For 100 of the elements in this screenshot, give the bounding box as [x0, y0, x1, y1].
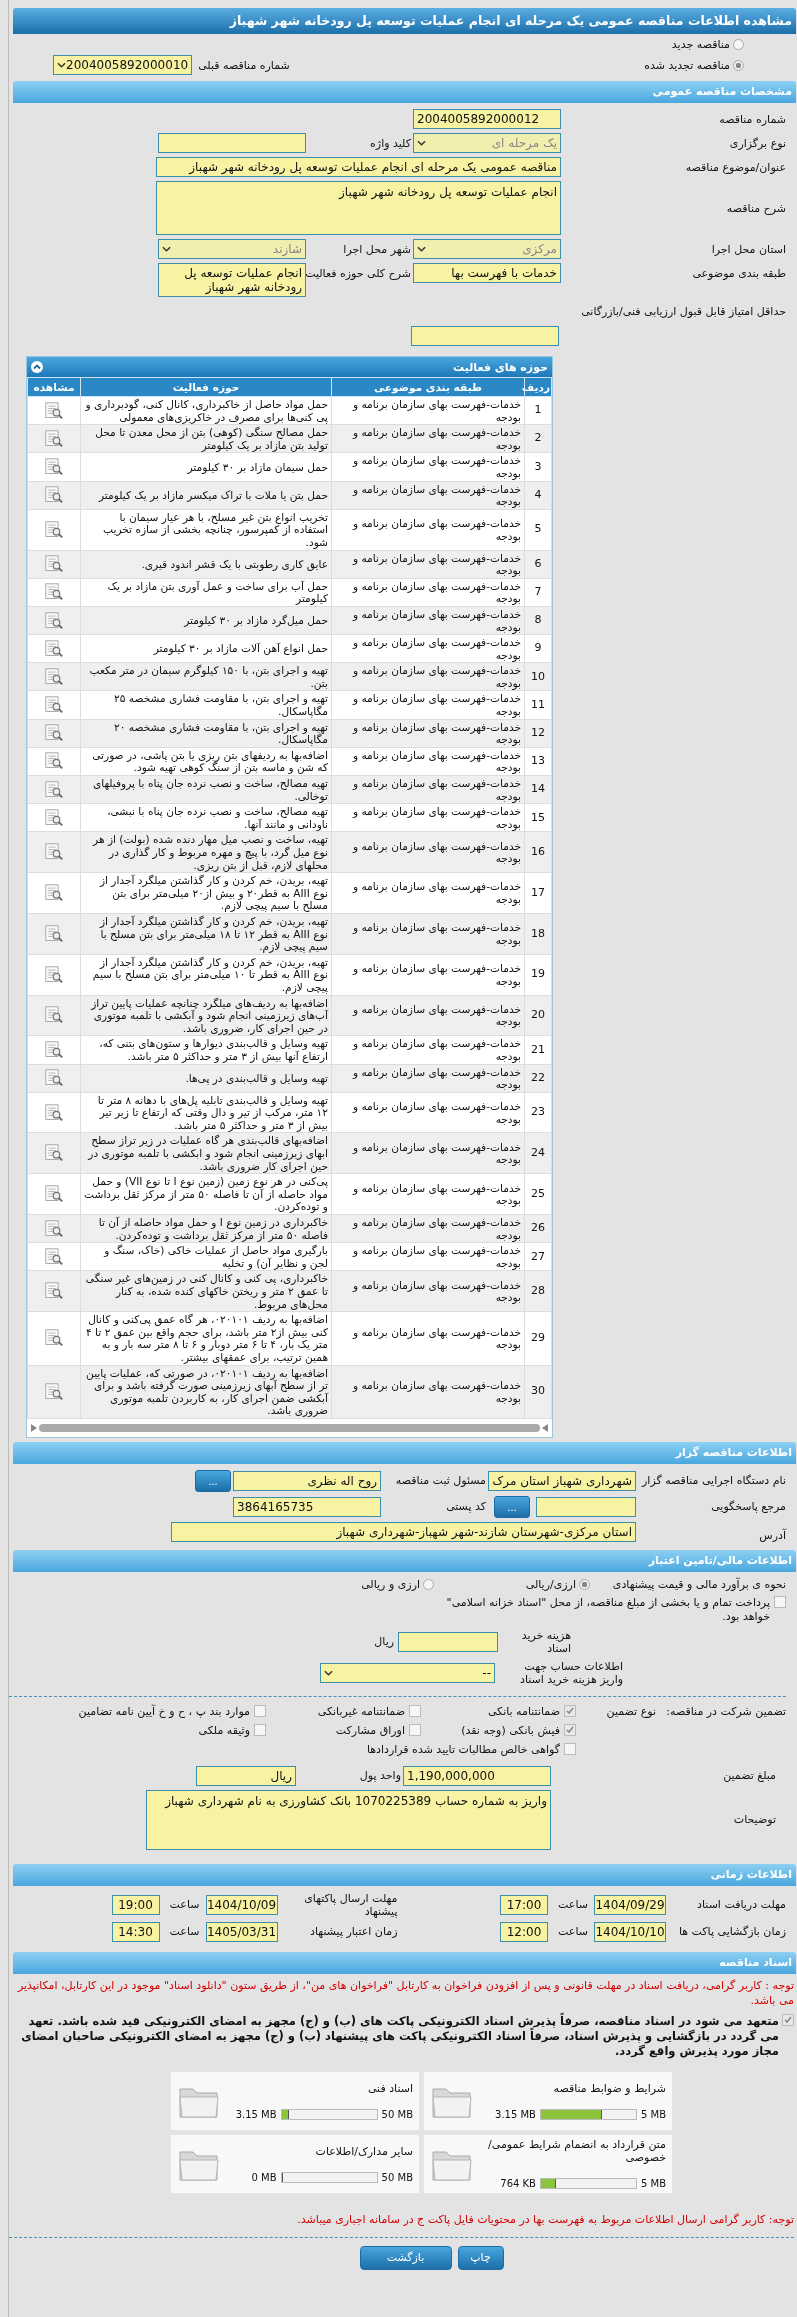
view-document-icon[interactable]: [44, 1219, 64, 1238]
view-document-icon[interactable]: [44, 583, 64, 602]
view-document-icon[interactable]: [44, 808, 64, 827]
table-cell: خدمات-فهرست بهای سازمان برنامه و بودجه: [331, 1035, 525, 1064]
table-cell: خدمات-فهرست بهای سازمان برنامه و بودجه: [331, 1092, 525, 1133]
response-reference-field[interactable]: [536, 1496, 636, 1517]
date-field: 1404/10/10: [594, 1921, 666, 1942]
view-document-icon[interactable]: [44, 924, 64, 943]
view-document-icon[interactable]: [44, 1144, 64, 1163]
view-document-icon[interactable]: [44, 457, 64, 476]
view-document-icon[interactable]: [44, 1329, 64, 1348]
checkbox-label: موارد بند پ ، ح و خ آیین نامه تضامین: [78, 1704, 250, 1718]
view-document-icon[interactable]: [44, 1069, 64, 1088]
view-document-icon[interactable]: [44, 401, 64, 420]
field-label: مسئول ثبت مناقصه: [394, 1474, 486, 1488]
table-cell: تهیه وسایل و قالب‌بندی دیوارها و ستون‌های بتنی که، ارتفاع آنها بیش از ۳ متر و حداکثر ۵ متر باشد.: [80, 1035, 332, 1064]
treasury-bonds-text: پرداخت تمام و یا بخشی از مبلغ مناقصه، از محل "اسناد خزانه اسلامی" خواهد بود.: [445, 1595, 770, 1624]
checkbox[interactable]: [254, 1724, 266, 1737]
table-cell: 14: [524, 775, 552, 804]
table-cell: خدمات-فهرست بهای سازمان برنامه و بودجه: [331, 803, 525, 832]
view-document-icon[interactable]: [44, 1247, 64, 1266]
table-cell: 6: [524, 550, 552, 579]
view-document-icon[interactable]: [44, 667, 64, 686]
view-document-icon[interactable]: [44, 611, 64, 630]
description-field[interactable]: انجام عملیات توسعه پل رودخانه شهر شهباز: [156, 181, 561, 235]
checkbox[interactable]: [564, 1705, 576, 1718]
collapse-icon[interactable]: [31, 361, 43, 373]
table-cell: اضافه‌بهای قالب‌بندی هر گاه عملیات در زیر تراز سطح ابهای زیرزمینی انجام شود و ابکشی با تلمبه موتوری در حین اجرای کار ضروری باشد.: [80, 1132, 332, 1174]
table-cell: 19: [524, 954, 552, 996]
view-document-icon[interactable]: [44, 520, 64, 539]
table-cell: خدمات-فهرست بهای سازمان برنامه و بودجه: [331, 690, 525, 720]
file-name: اسناد فنی: [366, 2081, 413, 2095]
table-cell: خاکبرداری، پی کنی و کانال کنی در زمین‌های غیر سنگی تا عمق ۲ متر و ریختن خاکهای کنده شده، به کنار محل‌های مربوط.: [80, 1270, 332, 1312]
view-document-icon[interactable]: [44, 884, 64, 903]
view-document-icon[interactable]: [44, 1040, 64, 1059]
checkbox[interactable]: [774, 1595, 786, 1608]
view-document-icon[interactable]: [44, 486, 64, 505]
view-document-icon[interactable]: [44, 1185, 64, 1204]
field-label: ساعت: [168, 1898, 201, 1912]
previous-tender-select[interactable]: 2004005892000010: [53, 55, 193, 75]
checkbox[interactable]: [409, 1705, 421, 1718]
field-label: زمان اعتبار پیشنهاد: [309, 1925, 398, 1939]
view-document-icon[interactable]: [44, 1282, 64, 1301]
keyword-field[interactable]: [158, 133, 306, 153]
checkbox[interactable]: [564, 1743, 576, 1756]
radio-label: ارزی/ریالی: [525, 1577, 576, 1591]
radio-button[interactable]: [733, 39, 744, 50]
view-document-icon[interactable]: [44, 1382, 64, 1401]
field-label: شرح مناقصه: [725, 201, 786, 215]
table-cell: خدمات-فهرست بهای سازمان برنامه و بودجه: [331, 452, 525, 482]
document-fee-field[interactable]: [398, 1631, 498, 1652]
action-button[interactable]: بازگشت: [359, 2245, 452, 2270]
left-arrow-icon[interactable]: [542, 1423, 548, 1432]
table-cell: 21: [524, 1035, 552, 1064]
date-field: 1405/03/31: [205, 1921, 278, 1942]
checkbox[interactable]: [782, 2013, 794, 2026]
view-document-icon[interactable]: [44, 965, 64, 984]
view-document-icon[interactable]: [44, 1006, 64, 1025]
radio-label: مناقصه تجدید شده: [644, 58, 730, 72]
checkbox[interactable]: [254, 1705, 266, 1718]
checkbox-label: ضمانتنامه بانکی: [487, 1704, 560, 1718]
account-select[interactable]: --: [320, 1662, 495, 1683]
view-document-icon[interactable]: [44, 843, 64, 862]
lookup-button[interactable]: ...: [195, 1469, 231, 1492]
radio-button[interactable]: [423, 1578, 434, 1590]
field-label: شماره مناقصه قبلی: [198, 58, 290, 72]
view-document-icon[interactable]: [44, 1103, 64, 1122]
table-cell: 2: [524, 424, 552, 453]
lookup-button[interactable]: ...: [494, 1495, 530, 1518]
view-document-icon[interactable]: [44, 724, 64, 743]
table-cell: حمل بتن یا ملات با تراک میکسر مازاد بر یک کیلومتر: [80, 481, 332, 510]
min-score-field[interactable]: [411, 326, 559, 346]
view-document-icon[interactable]: [44, 752, 64, 771]
view-document-icon[interactable]: [44, 696, 64, 715]
table-cell: خدمات-فهرست بهای سازمان برنامه و بودجه: [331, 396, 525, 425]
field-label: حداقل امتیاز قابل قبول ارزیابی فنی/بازرگانی: [581, 305, 786, 318]
subject-field[interactable]: مناقصه عمومی یک مرحله ای انجام عملیات توسعه پل رودخانه شهر شهباز: [156, 157, 561, 177]
action-button[interactable]: چاپ: [457, 2245, 504, 2270]
field-label: استان محل اجرا: [710, 242, 786, 256]
table-cell: حمل آب برای ساخت و عمل آوری بتن مازاد بر یک کیلومتر: [80, 578, 332, 607]
table-cell: خدمات-فهرست بهای سازمان برنامه و بودجه: [331, 1365, 525, 1419]
view-document-icon[interactable]: [44, 429, 64, 448]
table-cell: خدمات-فهرست بهای سازمان برنامه و بودجه: [331, 719, 525, 748]
radio-button[interactable]: [733, 59, 744, 71]
time-field: 14:30: [111, 1921, 160, 1942]
date-field: 1404/09/29: [594, 1894, 666, 1915]
checkbox[interactable]: [409, 1724, 421, 1737]
agency-field: شهرداری شهباز استان مرک: [488, 1470, 636, 1491]
checkbox-label: وثیقه ملکی: [198, 1723, 250, 1737]
table-cell: 5: [524, 509, 552, 551]
file-size-label: 3.15 MB: [495, 2108, 536, 2120]
view-document-icon[interactable]: [44, 780, 64, 799]
radio-button[interactable]: [579, 1578, 590, 1590]
view-document-icon[interactable]: [44, 555, 64, 574]
view-document-icon[interactable]: [44, 639, 64, 658]
checkbox[interactable]: [564, 1724, 576, 1737]
right-arrow-icon[interactable]: [31, 1423, 37, 1432]
field-label: شماره مناقصه: [718, 112, 786, 126]
table-cell: 27: [524, 1242, 552, 1271]
table-cell: تهیه مصالح، ساخت و نصب نرده جان پناه با نبشی، ناودانی و مانند آنها.: [80, 803, 332, 832]
